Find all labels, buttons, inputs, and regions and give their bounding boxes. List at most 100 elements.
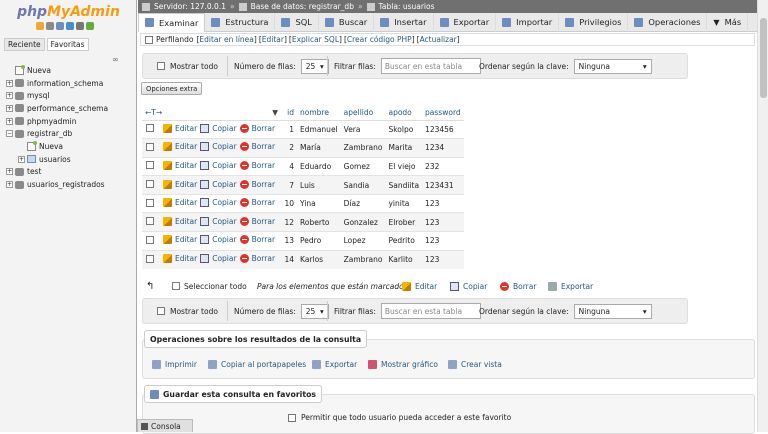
tab-favorites[interactable]: Favoritas: [46, 38, 89, 51]
cell-password[interactable]: 123: [422, 193, 464, 213]
tree-item[interactable]: + mysql: [0, 89, 137, 102]
docs-icon[interactable]: [66, 22, 74, 30]
bulk-delete-button[interactable]: Borrar: [500, 281, 536, 291]
cell-id[interactable]: 13: [281, 231, 298, 251]
tab-privilegios[interactable]: Privilegios: [559, 12, 629, 32]
tree-item[interactable]: + usuarios: [0, 153, 137, 166]
cell-apodo[interactable]: Pedrito: [385, 231, 423, 251]
show-all-checkbox[interactable]: [157, 307, 165, 315]
tree-item[interactable]: + performance_schema: [0, 102, 137, 115]
help-icon[interactable]: [56, 22, 64, 30]
show-all-checkbox[interactable]: [157, 62, 165, 70]
expand-icon[interactable]: +: [6, 168, 13, 176]
tree-item[interactable]: + information_schema: [0, 77, 137, 90]
cell-password[interactable]: 232: [422, 156, 464, 176]
cell-nombre[interactable]: Roberto: [297, 212, 341, 232]
expand-icon[interactable]: +: [6, 79, 13, 87]
profiling-link[interactable]: Explicar SQL: [292, 35, 339, 44]
select-all-label[interactable]: Seleccionar todo: [184, 282, 247, 291]
tab-buscar[interactable]: Buscar: [319, 12, 375, 32]
cell-id[interactable]: 2: [281, 138, 298, 158]
cell-apellido[interactable]: Gomez: [340, 156, 386, 176]
column-header-id[interactable]: id: [281, 105, 298, 121]
cell-nombre[interactable]: Yina: [297, 193, 341, 213]
tab-estructura[interactable]: Estructura: [205, 12, 276, 32]
tree-item[interactable]: + usuarios_registrados: [0, 178, 137, 191]
row-checkbox[interactable]: [146, 124, 154, 133]
profiling-link[interactable]: Actualizar: [420, 35, 457, 44]
cell-apodo[interactable]: yinita: [385, 193, 423, 213]
cell-id[interactable]: 12: [281, 212, 298, 232]
delete-row-button[interactable]: Borrar: [239, 179, 275, 189]
delete-row-button[interactable]: Borrar: [239, 123, 275, 133]
delete-row-button[interactable]: Borrar: [239, 235, 275, 245]
tab-importar[interactable]: Importar: [496, 12, 560, 32]
cell-apodo[interactable]: Sandiita: [385, 175, 423, 195]
cell-nombre[interactable]: Pedro: [297, 231, 341, 251]
breadcrumb-table[interactable]: Tabla: usuarios: [379, 2, 435, 11]
page-scrollbar[interactable]: [757, 0, 768, 432]
cell-apodo[interactable]: Elrober: [385, 212, 423, 232]
profiling-link[interactable]: Editar: [262, 35, 284, 44]
logout-icon[interactable]: [46, 22, 54, 30]
bulk-edit-button[interactable]: Editar: [402, 281, 437, 291]
scrollbar-thumb[interactable]: [760, 18, 767, 98]
reload-icon[interactable]: [86, 22, 94, 30]
tab-examinar[interactable]: Examinar: [138, 12, 206, 32]
bulk-copy-button[interactable]: Copiar: [450, 281, 487, 291]
tab-exportar[interactable]: Exportar: [434, 12, 497, 32]
console-toggle[interactable]: Consola: [137, 419, 193, 432]
tab-más[interactable]: ▼ Más: [707, 12, 749, 32]
copy-row-button[interactable]: Copiar: [200, 142, 237, 152]
cell-apellido[interactable]: Gonzalez: [340, 212, 386, 232]
cell-password[interactable]: 123: [422, 249, 464, 269]
delete-row-button[interactable]: Borrar: [239, 216, 275, 226]
query-op-clipboard[interactable]: Copiar al portapapeles: [208, 360, 306, 369]
tab-recent[interactable]: Reciente: [4, 38, 45, 51]
cell-apodo[interactable]: El viejo: [385, 156, 423, 176]
cell-apellido[interactable]: Zambrano: [340, 138, 386, 158]
query-op-chart[interactable]: Mostrar gráfico: [368, 360, 438, 369]
row-checkbox[interactable]: [146, 217, 154, 226]
cell-nombre[interactable]: Karlos: [297, 249, 341, 269]
bulk-export-button[interactable]: Exportar: [548, 281, 593, 291]
cell-apellido[interactable]: Vera: [340, 119, 386, 139]
column-header-apellido[interactable]: apellido: [340, 105, 386, 121]
delete-row-button[interactable]: Borrar: [239, 198, 275, 208]
filter-input[interactable]: Buscar en esta tabla: [380, 58, 481, 74]
profiling-link[interactable]: Editar en línea: [199, 35, 253, 44]
cell-id[interactable]: 7: [281, 175, 298, 195]
edit-row-button[interactable]: Editar: [163, 123, 197, 133]
expand-icon[interactable]: +: [18, 155, 25, 163]
arrows-icon[interactable]: ←T→: [145, 108, 162, 117]
cell-apodo[interactable]: Skolpo: [385, 119, 423, 139]
tab-insertar[interactable]: Insertar: [374, 12, 434, 32]
cell-nombre[interactable]: Edmanuel: [297, 119, 341, 139]
breadcrumb-server[interactable]: Servidor: 127.0.0.1: [154, 2, 226, 11]
column-header-nombre[interactable]: nombre: [297, 105, 341, 121]
query-op-print[interactable]: Imprimir: [152, 360, 197, 369]
cell-password[interactable]: 1234: [422, 138, 464, 158]
tree-item[interactable]: + phpmyadmin: [0, 115, 137, 128]
query-op-export[interactable]: Exportar: [312, 360, 357, 369]
edit-row-button[interactable]: Editar: [163, 235, 197, 245]
select-all-checkbox[interactable]: [172, 282, 180, 290]
cell-id[interactable]: 10: [281, 193, 298, 213]
cell-nombre[interactable]: Eduardo: [297, 156, 341, 176]
edit-row-button[interactable]: Editar: [163, 254, 197, 264]
filter-input[interactable]: Buscar en esta tabla: [380, 303, 481, 319]
row-checkbox[interactable]: [146, 254, 154, 263]
bookmark-shared-checkbox[interactable]: [288, 413, 296, 422]
home-icon[interactable]: [36, 22, 44, 30]
cell-password[interactable]: 123431: [422, 175, 464, 195]
cell-apellido[interactable]: Lopez: [340, 231, 386, 251]
tree-item[interactable]: − registrar_db: [0, 127, 137, 140]
cell-password[interactable]: 123456: [422, 119, 464, 139]
copy-row-button[interactable]: Copiar: [200, 160, 237, 170]
row-checkbox[interactable]: [146, 180, 154, 189]
cell-apodo[interactable]: Karlito: [385, 249, 423, 269]
cell-id[interactable]: 1: [281, 119, 298, 139]
row-checkbox[interactable]: [146, 161, 154, 170]
copy-row-button[interactable]: Copiar: [200, 235, 237, 245]
cell-apellido[interactable]: Sandia: [340, 175, 386, 195]
